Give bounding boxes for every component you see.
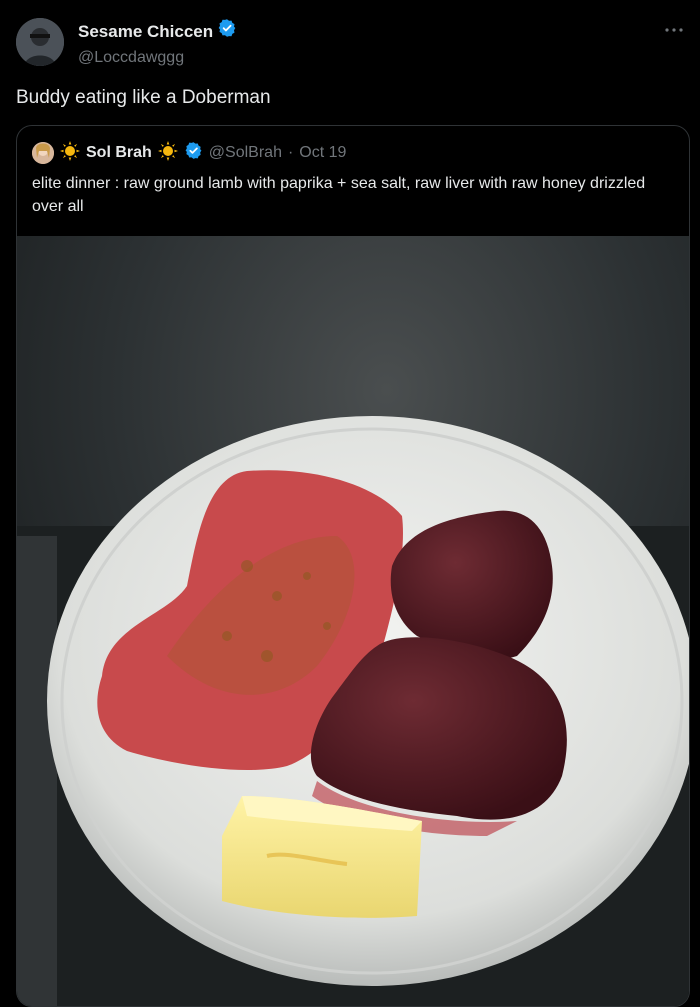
author-display-name-row[interactable]: Sesame Chiccen xyxy=(78,18,237,45)
quoted-handle[interactable]: @SolBrah xyxy=(209,144,282,162)
author-block: Sesame Chiccen @Loccdawggg xyxy=(78,18,237,69)
author-avatar[interactable] xyxy=(16,18,64,66)
quoted-media-photo[interactable] xyxy=(17,236,689,1006)
sun-emoji-icon xyxy=(157,140,178,166)
author-handle[interactable]: @Loccdawggg xyxy=(78,47,237,69)
sun-emoji-icon xyxy=(60,140,80,166)
meta-separator: · xyxy=(287,144,294,161)
quoted-author-avatar xyxy=(32,142,54,164)
quoted-text: elite dinner : raw ground lamb with papr… xyxy=(32,175,646,215)
quoted-header: Sol Brah @SolBrah · Oct 19 xyxy=(32,140,346,166)
more-options-icon[interactable] xyxy=(662,18,686,42)
author-display-name[interactable]: Sesame Chiccen xyxy=(78,20,213,44)
verified-badge-icon xyxy=(184,141,203,165)
tweet-text: Buddy eating like a Doberman xyxy=(16,87,271,108)
quoted-display-name[interactable]: Sol Brah xyxy=(86,144,152,162)
quoted-date[interactable]: Oct 19 xyxy=(299,144,346,162)
quoted-tweet[interactable]: Sol Brah @SolBrah · Oct 19 elite dinner … xyxy=(16,125,690,1007)
food-plate-photo xyxy=(17,236,689,1006)
verified-badge-icon xyxy=(217,18,237,45)
